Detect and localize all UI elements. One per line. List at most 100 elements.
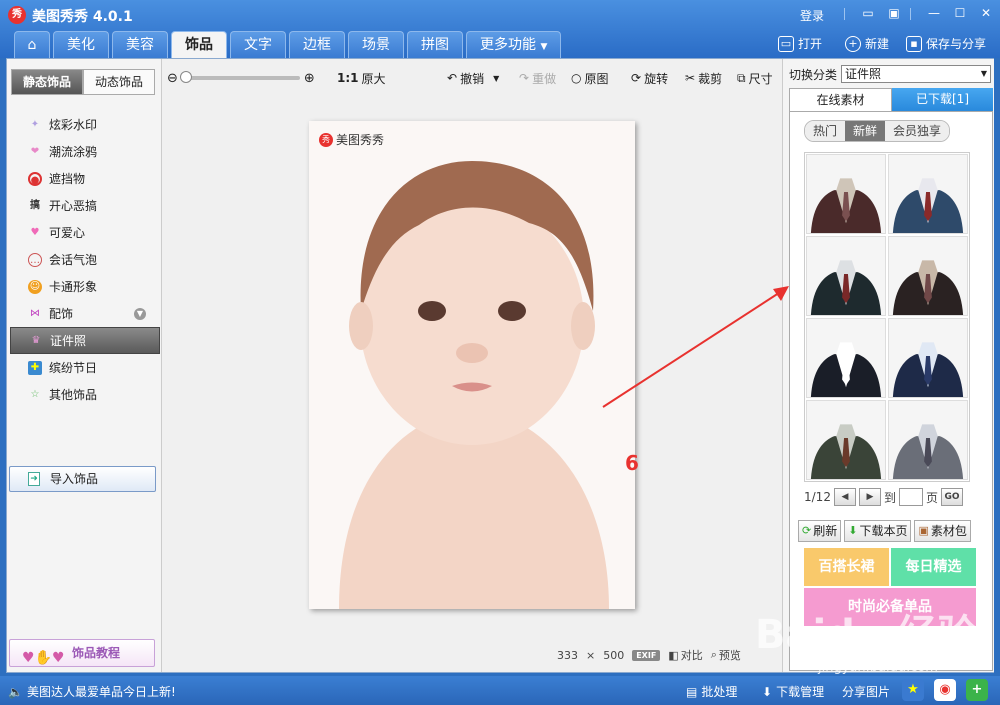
original-size-button[interactable]: 1:1 原大 [337,70,386,87]
notice-link[interactable]: 🔈 美图达人最爱单品今日上新! [8,683,176,700]
tab-online-materials[interactable]: 在线素材 [789,88,892,111]
suit-thumbnail[interactable] [806,318,886,398]
message-icon[interactable]: ▭ [858,5,878,21]
weibo-icon[interactable]: ◉ [934,679,956,701]
close-icon[interactable]: ✕ [976,5,996,21]
category-cute-heart[interactable]: ♥ 可爱心 [10,219,160,246]
tab-frame[interactable]: 边框 [289,31,345,58]
tutorial-label: 饰品教程 [72,646,121,660]
cartoon-icon: ☺ [28,279,42,294]
category-colorful-watermark[interactable]: ✦ 炫彩水印 [10,111,160,138]
filter-members[interactable]: 会员独享 [885,121,950,141]
page-to-label: 到 [883,490,896,505]
chevron-down-icon[interactable]: ▼ [493,74,499,83]
rotate-button[interactable]: ⟳ 旋转 [631,70,668,87]
accessory-type-tabs: 静态饰品 动态饰品 [11,69,155,95]
batch-label: 批处理 [701,685,738,699]
suit-thumbnail[interactable] [806,236,886,316]
tab-collage[interactable]: 拼图 [407,31,463,58]
filter-hot[interactable]: 热门 [805,121,846,141]
share-photo-button[interactable]: 分享图片 [842,683,890,700]
accessory-tutorial-button[interactable]: ♥✋♥ 饰品教程 [9,639,155,667]
crop-button[interactable]: ✂ 裁剪 [685,70,722,87]
import-icon: ➜ [28,472,40,486]
go-button[interactable]: GO [940,488,963,506]
scissors-icon: ✂ [685,71,696,85]
save-share-button[interactable]: ▪ 保存与分享 [906,35,986,52]
tab-more[interactable]: 更多功能 ▼ [466,31,562,58]
gift-icon: ✚ [28,360,42,375]
minimize-icon[interactable]: — [924,5,944,21]
zoom-slider-handle[interactable] [179,71,192,83]
undo-button[interactable]: ↶ 撤销 ▼ [447,70,499,87]
category-other[interactable]: ☆ 其他饰品 [10,381,160,408]
category-holiday[interactable]: ✚ 缤纷节日 [10,354,160,381]
suit-thumbnail[interactable] [888,318,968,398]
category-graffiti[interactable]: ❤ 潮流涂鸦 [10,138,160,165]
category-cartoon[interactable]: ☺ 卡通形象 [10,273,160,300]
import-accessory-button[interactable]: ➜ 导入饰品 [9,466,156,492]
page-input[interactable] [898,488,923,506]
redo-button[interactable]: ↷ 重做 [519,70,556,87]
suit-thumbnail[interactable] [806,400,886,480]
tab-text[interactable]: 文字 [230,31,286,58]
resize-button[interactable]: ⧉ 尺寸 [737,70,773,87]
material-pack-button[interactable]: ▣ 素材包 [914,520,971,542]
tab-static-accessories[interactable]: 静态饰品 [11,69,83,95]
preview-button[interactable]: ⌕ 预览 [711,647,741,663]
suit-thumbnail[interactable] [888,236,968,316]
prev-page-button[interactable]: ◀ [833,488,856,506]
suit-thumbnail[interactable] [806,154,886,234]
import-label: 导入饰品 [50,472,99,486]
add-plus-icon[interactable]: + [966,679,988,701]
suit-icon [892,342,964,397]
suit-thumbnail[interactable] [888,400,968,480]
category-select[interactable]: 证件照 ▼ [841,65,992,83]
main-tabs: ⌂ 美化 美容 饰品 文字 边框 场景 拼图 更多功能 ▼ [14,31,562,58]
open-button[interactable]: ▭ 打开 [778,35,822,52]
suit-icon [810,260,882,315]
photo-canvas[interactable]: 秀美图秀秀 [309,121,635,609]
tab-dynamic-accessories[interactable]: 动态饰品 [83,69,155,95]
tab-accessories[interactable]: 饰品 [171,31,227,58]
tab-face[interactable]: 美容 [112,31,168,58]
filter-new[interactable]: 新鲜 [845,121,886,141]
category-id-photo[interactable]: ♛ 证件照 [10,327,160,354]
category-accessory[interactable]: ⋈ 配饰 ▼ [10,300,160,327]
expand-icon[interactable]: ▼ [134,307,146,320]
tab-downloaded[interactable]: 已下载[1] [892,88,993,111]
suit-thumbnail[interactable] [888,154,968,234]
tab-scene[interactable]: 场景 [348,31,404,58]
login-link[interactable]: 登录 [800,7,824,24]
notice-text: 美图达人最爱单品今日上新! [26,685,176,699]
download-page-button[interactable]: ⬇ 下载本页 [844,520,912,542]
tab-home[interactable]: ⌂ [14,31,50,58]
category-speech-bubble[interactable]: … 会话气泡 [10,246,160,273]
download-manager-button[interactable]: ⬇ 下载管理 [762,683,824,700]
promo-daily-picks[interactable]: 每日精选 [891,548,976,586]
bow-icon: ⋈ [30,307,40,319]
category-prank[interactable]: 搞开心恶搞 [10,192,160,219]
batch-button[interactable]: ▤ 批处理 [686,683,737,700]
refresh-button[interactable]: ⟳ 刷新 [798,520,842,542]
zoom-out-icon[interactable]: ⊖ [167,71,178,86]
material-grid [804,152,970,482]
category-mask[interactable]: ● 遮挡物 [10,165,160,192]
open-label: 打开 [798,37,823,51]
zoom-in-icon[interactable]: ⊕ [304,71,315,86]
tab-beautify[interactable]: 美化 [53,31,109,58]
baby-photo [309,121,635,609]
folder-icon: ▭ [778,35,794,52]
exif-button[interactable]: EXIF [632,649,661,661]
new-button[interactable]: + 新建 [845,35,889,52]
maximize-icon[interactable]: ☐ [950,5,970,21]
next-page-button[interactable]: ▶ [858,488,881,506]
qzone-star-icon[interactable]: ★ [902,679,924,701]
original-image-button[interactable]: ○ 原图 [571,70,609,87]
zoom-slider[interactable] [179,71,300,83]
skin-icon[interactable]: ▣ [884,5,904,21]
category-label: 其他饰品 [49,388,98,402]
promo-long-dress[interactable]: 百搭长裙 [804,548,889,586]
size-label: 尺寸 [748,71,773,86]
compare-button[interactable]: ◧ 对比 [668,647,702,663]
